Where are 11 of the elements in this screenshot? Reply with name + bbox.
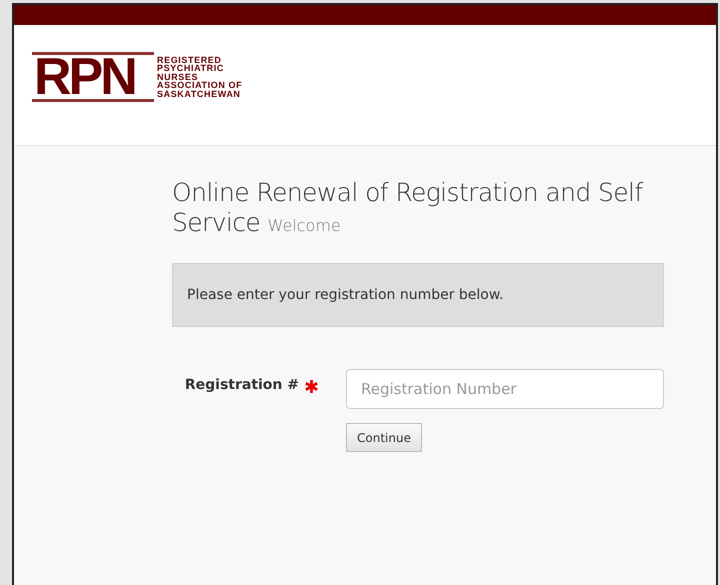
logo-text: REGISTERED [157, 56, 222, 64]
logo-text: SASKATCHEWAN [157, 90, 242, 98]
continue-button[interactable]: Continue [346, 423, 422, 452]
notice-panel: Please enter your registration number below. [172, 263, 664, 327]
logo-text: PSYCHIATRIC [157, 64, 225, 73]
field-label: Registration # [184, 377, 299, 393]
registration-field[interactable]: Registration Number [346, 369, 664, 409]
logo-initials: RPN [32, 52, 154, 102]
logo-text: ASSOCIATION OF [157, 81, 242, 90]
page-title: Online Renewal of Registration and Self Service Welcome [172, 178, 644, 239]
logo-text: NURSES [157, 72, 198, 82]
